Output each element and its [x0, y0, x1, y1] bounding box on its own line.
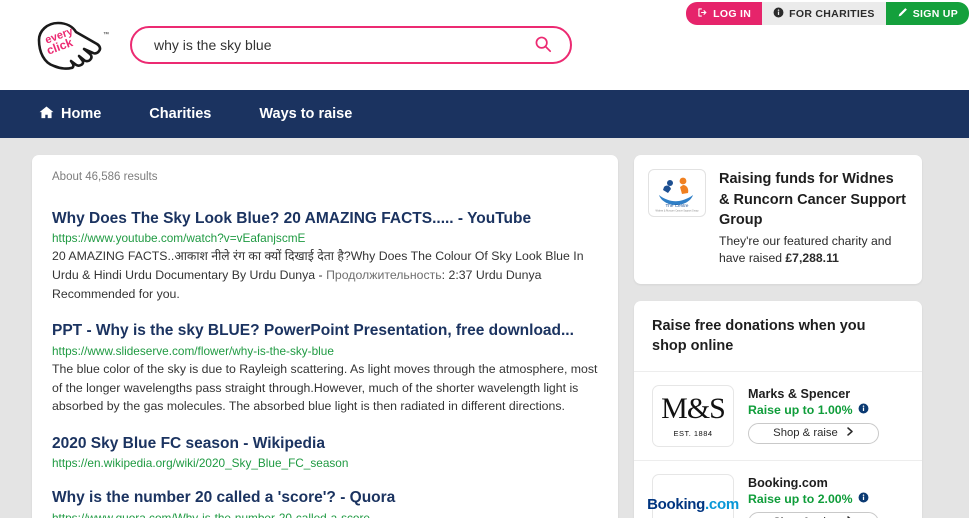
pencil-icon — [897, 7, 908, 21]
everyclick-logo[interactable]: every click ™ — [27, 14, 115, 74]
result-title[interactable]: PPT - Why is the sky BLUE? PowerPoint Pr… — [52, 321, 598, 340]
featured-charity-subtext: They're our featured charity and have ra… — [719, 233, 908, 268]
search-bar[interactable] — [130, 26, 572, 64]
log-in-button[interactable]: LOG IN — [686, 2, 763, 25]
for-charities-button[interactable]: FOR CHARITIES — [762, 2, 886, 25]
auth-button-group: LOG IN FOR CHARITIES SIGN UP — [686, 2, 969, 25]
booking-com-logo: Booking.com — [647, 473, 739, 518]
featured-charity-amount: £7,288.11 — [785, 251, 839, 266]
sign-up-label: SIGN UP — [912, 7, 958, 20]
log-in-label: LOG IN — [713, 7, 752, 20]
merchant-name: Marks & Spencer — [748, 386, 851, 401]
info-circle-icon[interactable] — [858, 492, 869, 506]
chevron-right-icon — [846, 427, 854, 439]
page-body: About 46,586 results Why Does The Sky Lo… — [0, 138, 969, 518]
svg-text:Widnes & Runcorn Cancer Suppor: Widnes & Runcorn Cancer Support Group — [656, 210, 700, 213]
result-url[interactable]: https://www.quora.com/Why-is-the-number-… — [52, 511, 598, 518]
merchant-row: Booking.com Booking.com Raise up to 2.00… — [634, 461, 922, 518]
search-results-panel: About 46,586 results Why Does The Sky Lo… — [32, 155, 618, 518]
merchant-logo-mark: Booking.com — [647, 496, 739, 513]
shop-and-raise-label: Shop & raise — [773, 427, 838, 440]
shop-and-raise-button[interactable]: Shop & raise — [748, 422, 879, 444]
shop-and-raise-card: Raise free donations when you shop onlin… — [634, 301, 922, 518]
merchant-rate: Raise up to 2.00% — [748, 492, 906, 506]
result-title[interactable]: Why is the number 20 called a 'score'? -… — [52, 488, 598, 507]
login-arrow-icon — [697, 7, 708, 21]
nav-item-ways-to-raise[interactable]: Ways to raise — [252, 106, 359, 122]
merchant-rate-label: Raise up to 1.00% — [748, 402, 853, 417]
sidebar: The Centre Widnes & Runcorn Cancer Suppo… — [634, 155, 922, 518]
featured-charity-heading: Raising funds for Widnes & Runcorn Cance… — [719, 171, 906, 229]
info-circle-icon — [773, 7, 784, 21]
site-header: LOG IN FOR CHARITIES SIGN UP every click… — [0, 0, 969, 90]
search-result-item: 2020 Sky Blue FC season - Wikipedia http… — [52, 434, 598, 470]
marks-and-spencer-logo: M&S EST. 1884 — [652, 384, 734, 447]
nav-item-ways-to-raise-label: Ways to raise — [259, 106, 353, 122]
search-result-item: Why is the number 20 called a 'score'? -… — [52, 488, 598, 518]
nav-item-home-label: Home — [61, 106, 102, 122]
result-url[interactable]: https://www.youtube.com/watch?v=vEafanjs… — [52, 231, 598, 245]
svg-text:The Centre: The Centre — [666, 203, 689, 208]
merchant-name: Booking.com — [748, 475, 828, 490]
merchant-rate-label: Raise up to 2.00% — [748, 491, 853, 506]
merchant-logo-mark: M&S — [661, 391, 726, 425]
nav-item-charities[interactable]: Charities — [142, 106, 218, 122]
nav-item-charities-label: Charities — [149, 106, 212, 122]
shop-and-raise-button[interactable]: Shop & raise — [748, 511, 879, 518]
the-centre-charity-logo: The Centre Widnes & Runcorn Cancer Suppo… — [648, 169, 706, 217]
main-navigation: Home Charities Ways to raise — [0, 90, 969, 138]
for-charities-label: FOR CHARITIES — [789, 7, 875, 20]
merchant-row: M&S EST. 1884 Marks & Spencer Raise up t… — [634, 372, 922, 461]
result-snippet: 20 AMAZING FACTS..आकाश नीले रंग का क्यों… — [52, 247, 598, 303]
search-result-item: PPT - Why is the sky BLUE? PowerPoint Pr… — [52, 321, 598, 415]
merchant-rate: Raise up to 1.00% — [748, 403, 906, 417]
results-count: About 46,586 results — [52, 171, 158, 183]
result-snippet: The blue color of the sky is due to Rayl… — [52, 361, 598, 414]
result-url[interactable]: https://en.wikipedia.org/wiki/2020_Sky_B… — [52, 456, 598, 470]
result-title[interactable]: Why Does The Sky Look Blue? 20 AMAZING F… — [52, 209, 598, 228]
info-circle-icon[interactable] — [858, 403, 869, 417]
search-icon — [534, 35, 552, 56]
featured-charity-card[interactable]: The Centre Widnes & Runcorn Cancer Suppo… — [634, 155, 922, 285]
merchant-logo-mark-part1: Booking — [647, 496, 706, 514]
merchant-info: Booking.com Raise up to 2.00% Shop & rai… — [748, 474, 906, 518]
merchant-logo-sub: EST. 1884 — [673, 428, 713, 438]
sign-up-button[interactable]: SIGN UP — [885, 2, 969, 25]
search-input[interactable] — [132, 37, 534, 53]
featured-charity-text: Raising funds for Widnes & Runcorn Cance… — [719, 169, 908, 268]
nav-item-home[interactable]: Home — [32, 105, 108, 124]
svg-text:™: ™ — [103, 31, 109, 38]
result-snippet-muted: Продолжительность — [326, 268, 442, 283]
search-result-item: Why Does The Sky Look Blue? 20 AMAZING F… — [52, 209, 598, 303]
search-submit-button[interactable] — [534, 35, 570, 56]
home-icon — [39, 105, 54, 124]
result-title[interactable]: 2020 Sky Blue FC season - Wikipedia — [52, 434, 598, 453]
merchant-info: Marks & Spencer Raise up to 1.00% Shop &… — [748, 385, 906, 447]
shop-and-raise-heading: Raise free donations when you shop onlin… — [634, 301, 922, 372]
result-url[interactable]: https://www.slideserve.com/flower/why-is… — [52, 344, 598, 358]
merchant-logo-mark-part2: .com — [705, 496, 739, 514]
